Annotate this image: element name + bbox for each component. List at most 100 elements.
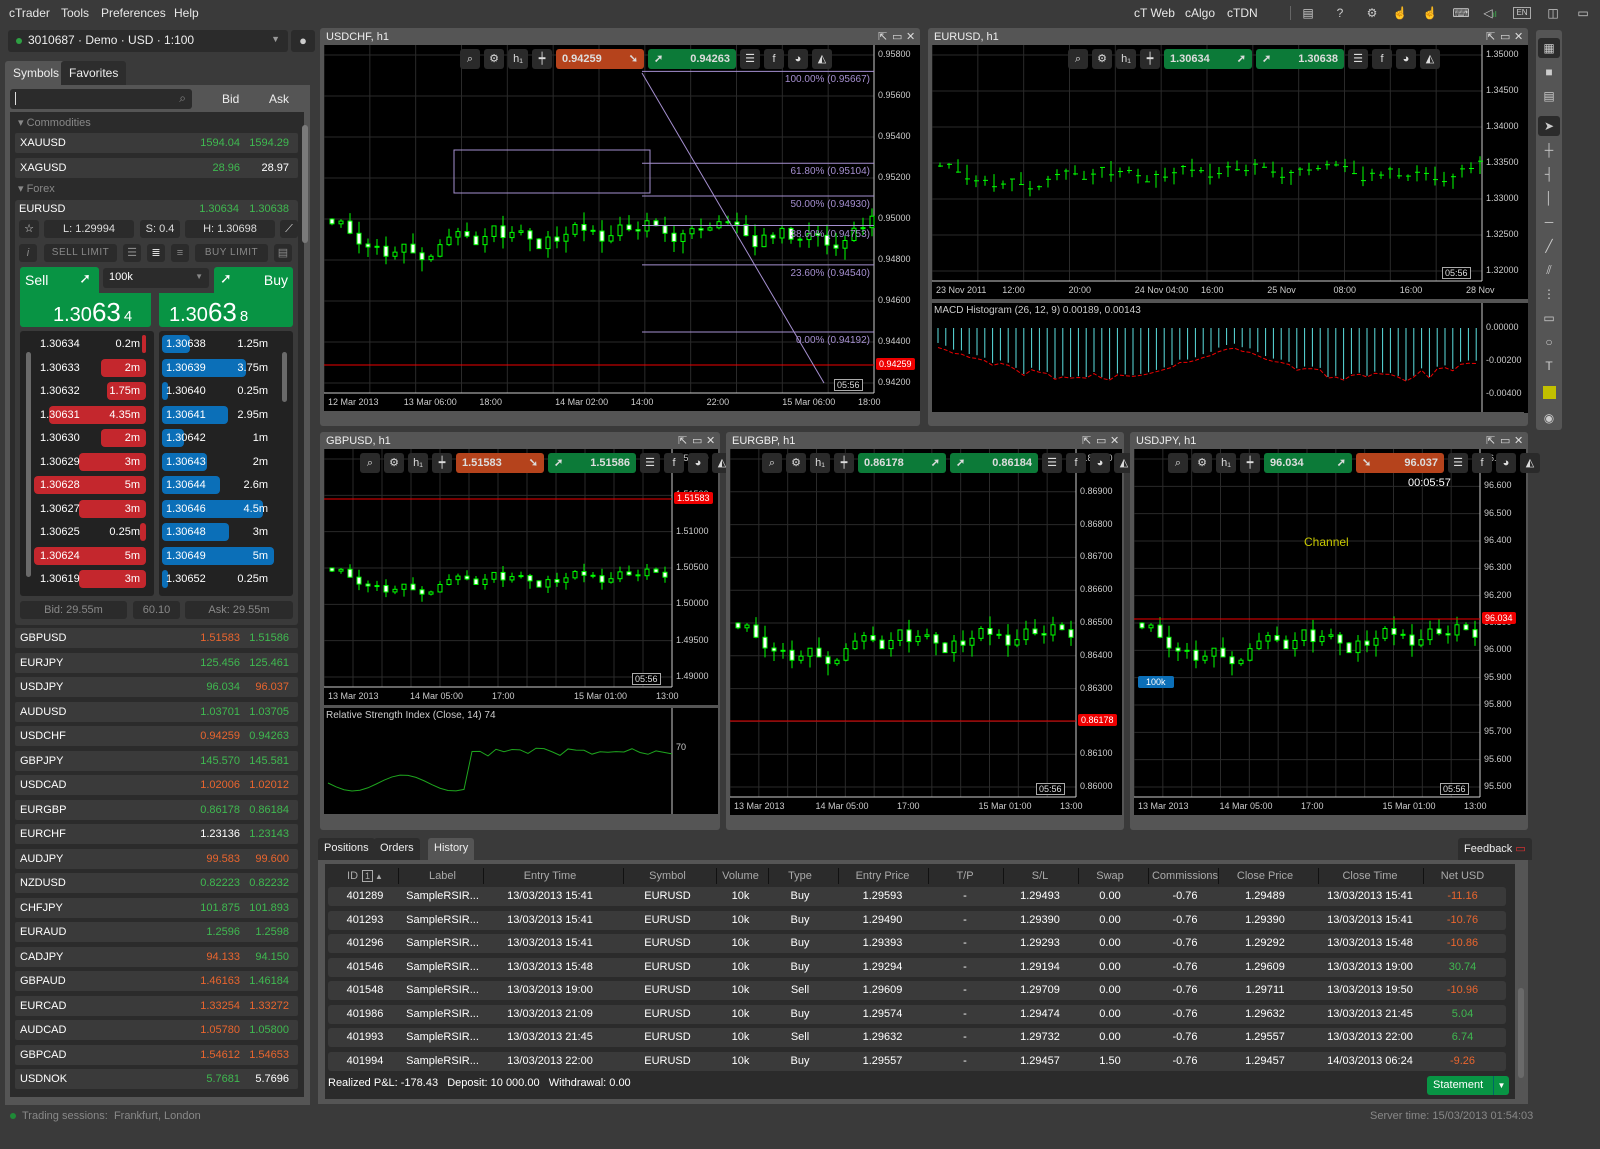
ctdn-link[interactable]: cTDN: [1227, 6, 1258, 20]
objects-icon[interactable]: ◭: [1420, 49, 1440, 69]
market-sentiment-icon[interactable]: ◕: [788, 49, 808, 69]
symbol-bid[interactable]: 1.33254: [200, 1000, 240, 1012]
ask-depth-row[interactable]: 1.30641 2.95m: [162, 405, 274, 424]
symbol-bid[interactable]: 1.23136: [200, 828, 240, 840]
chart-settings-icon[interactable]: ⚙: [484, 49, 504, 69]
trading-list-icon[interactable]: ☰: [1448, 453, 1468, 473]
touch-confirm-icon[interactable]: ☝✓: [1420, 4, 1440, 37]
ask-depth-scrollbar[interactable]: [282, 352, 287, 402]
zoom-icon[interactable]: ⌕: [460, 49, 480, 69]
symbol-row[interactable]: AUDJPY 99.583 99.600: [15, 848, 298, 869]
chart-type-icon[interactable]: ┿: [532, 49, 552, 69]
chart-buy-button[interactable]: ➚ 1.51586: [548, 453, 636, 473]
keyboard-icon[interactable]: ⌨: [1451, 4, 1471, 22]
symbol-ask[interactable]: 96.037: [255, 681, 289, 693]
market-sentiment-icon[interactable]: ◕: [1396, 49, 1416, 69]
scrollbar-thumb[interactable]: [302, 125, 308, 243]
maximize-icon[interactable]: ▭: [1500, 434, 1510, 447]
vertical-line-icon[interactable]: │: [1538, 188, 1560, 208]
statement-button[interactable]: Statement ▼: [1427, 1076, 1509, 1095]
ask-depth-row[interactable]: 1.30648 3m: [162, 523, 274, 541]
symbol-bid[interactable]: 99.583: [206, 853, 240, 865]
symbol-bid[interactable]: 145.570: [200, 755, 240, 767]
symbol-ask[interactable]: 28.97: [261, 162, 289, 174]
ask-depth-row[interactable]: 1.30642 1m: [162, 429, 274, 447]
symbol-ask[interactable]: 125.461: [249, 657, 289, 669]
market-sentiment-icon[interactable]: ◕: [1090, 453, 1110, 473]
chart-buy-button[interactable]: ➚ 1.30638: [1256, 49, 1344, 69]
ask-depth-row[interactable]: 1.30649 5m: [162, 546, 274, 565]
bid-depth-row[interactable]: 1.30634 0.2m: [34, 335, 146, 353]
column-header[interactable]: Label: [400, 870, 485, 882]
symbol-row[interactable]: GBPCAD 1.54612 1.54653: [15, 1044, 298, 1065]
sound-icon[interactable]: ◁ıl: [1480, 4, 1500, 22]
column-header[interactable]: Close Price: [1220, 870, 1310, 882]
timeframe-h1-button[interactable]: h₁: [1216, 453, 1236, 473]
symbol-row[interactable]: GBPUSD 1.51583 1.51586: [15, 628, 298, 648]
chart-horizontal-scrollbar[interactable]: [932, 412, 1524, 424]
sell-button[interactable]: Sell ➚: [20, 267, 99, 293]
symbol-ask[interactable]: 101.893: [249, 902, 289, 914]
column-header[interactable]: Type: [770, 870, 830, 882]
split-layout-icon[interactable]: ▤: [1538, 86, 1560, 106]
symbol-row[interactable]: XAUUSD 1594.04 1594.29: [15, 133, 298, 153]
indicator-pane[interactable]: MACD Histogram (26, 12, 9) 0.00189, 0.00…: [932, 303, 1528, 413]
menu-help[interactable]: Help: [174, 6, 199, 20]
column-header[interactable]: T/P: [930, 870, 1000, 882]
symbol-row[interactable]: USDNOK 5.7681 5.7696: [15, 1069, 298, 1089]
symbol-search-input[interactable]: ⌕: [10, 89, 192, 109]
single-layout-icon[interactable]: ■: [1538, 62, 1560, 82]
bid-depth-row[interactable]: 1.30624 5m: [34, 546, 146, 565]
column-header[interactable]: Symbol: [625, 870, 710, 882]
tab-positions[interactable]: Positions: [318, 838, 375, 860]
column-header[interactable]: ID 1 ▲: [330, 870, 400, 882]
trading-list-icon[interactable]: ☰: [640, 453, 660, 473]
user-profile-button[interactable]: ●: [291, 30, 315, 52]
symbol-row[interactable]: EURAUD 1.2596 1.2598: [15, 922, 298, 942]
zoom-icon[interactable]: ⌕: [1168, 453, 1188, 473]
price-chart[interactable]: 0.870000.869000.868000.867000.866000.865…: [730, 449, 1122, 815]
column-separator[interactable]: [716, 868, 717, 884]
symbol-ask[interactable]: 0.94263: [249, 730, 289, 742]
objects-icon[interactable]: ◭: [812, 49, 832, 69]
close-icon[interactable]: ✕: [1514, 434, 1523, 447]
symbol-row[interactable]: GBPJPY 145.570 145.581: [15, 750, 298, 771]
chart-horizontal-scrollbar[interactable]: [324, 412, 916, 424]
symbol-ask[interactable]: 1.03705: [249, 706, 289, 718]
depth-view-standard-icon[interactable]: ≣: [147, 244, 165, 262]
symbol-ask[interactable]: 1.54653: [249, 1049, 289, 1061]
chart-canvas[interactable]: [1134, 449, 1526, 815]
bid-depth-row[interactable]: 1.30627 3m: [34, 499, 146, 518]
column-separator[interactable]: [768, 868, 769, 884]
fullscreen-icon[interactable]: ▭: [1573, 4, 1593, 22]
symbol-ask[interactable]: 0.86184: [249, 804, 289, 816]
history-row[interactable]: 401293 SampleRSIR... 13/03/2013 15:41 EURUS…: [328, 910, 1506, 930]
ask-depth-row[interactable]: 1.30652 0.25m: [162, 570, 274, 588]
symbol-row[interactable]: CHFJPY 101.875 101.893: [15, 897, 298, 918]
symbol-bid[interactable]: 0.94259: [200, 730, 240, 742]
timeframe-h1-button[interactable]: h₁: [408, 453, 428, 473]
bid-depth-row[interactable]: 1.30629 3m: [34, 452, 146, 471]
timeframe-h1-button[interactable]: h₁: [508, 49, 528, 69]
column-separator[interactable]: [1148, 868, 1149, 884]
bid-depth-row[interactable]: 1.30630 2m: [34, 429, 146, 447]
symbol-bid[interactable]: 1.2596: [206, 926, 240, 938]
chart-buy-button[interactable]: ➘ 96.037: [1356, 453, 1444, 473]
maximize-icon[interactable]: ▭: [692, 434, 702, 447]
chart-type-icon[interactable]: ┿: [1240, 453, 1260, 473]
account-selector[interactable]: 3010687 · Demo · USD · 1:100 ▼: [8, 30, 288, 52]
chart-sell-button[interactable]: 1.51583 ➘: [456, 453, 544, 473]
ask-depth-row[interactable]: 1.30638 1.25m: [162, 335, 274, 353]
symbol-bid[interactable]: 96.034: [206, 681, 240, 693]
price-marker-icon[interactable]: ┤: [1538, 164, 1560, 184]
trading-list-icon[interactable]: ☰: [1042, 453, 1062, 473]
column-separator[interactable]: [398, 868, 399, 884]
camera-icon[interactable]: ◉: [1538, 408, 1560, 428]
facebook-icon[interactable]: f: [664, 453, 684, 473]
symbol-row[interactable]: AUDUSD 1.03701 1.03705: [15, 701, 298, 722]
column-separator[interactable]: [1318, 868, 1319, 884]
layout-grid-icon[interactable]: ▦: [1538, 38, 1560, 58]
history-row[interactable]: 401994 SampleRSIR... 13/03/2013 22:00 EURUS…: [328, 1051, 1506, 1071]
chart-canvas[interactable]: [730, 449, 1122, 815]
detach-icon[interactable]: ⇱: [1082, 434, 1091, 447]
